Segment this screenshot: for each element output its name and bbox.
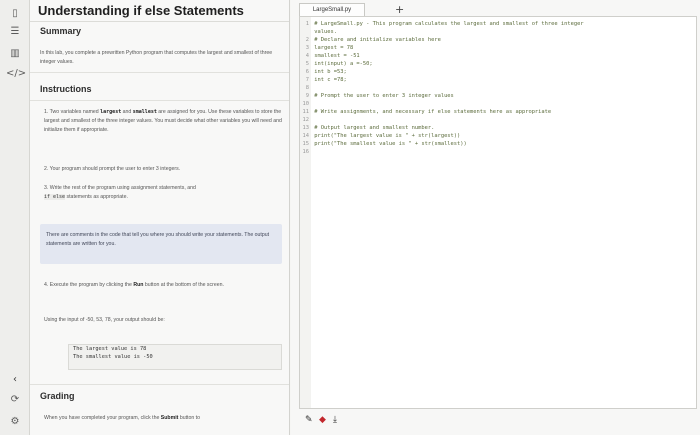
code-text: int c =78; [311, 77, 347, 83]
step-4-suffix: button at the bottom of the screen. [143, 282, 224, 288]
file-tab[interactable]: LargeSmall.py [299, 3, 365, 16]
step-1-prefix: 1. Two variables named [44, 109, 101, 115]
summary-divider [30, 72, 289, 73]
instructions-heading: Instructions [40, 84, 92, 94]
line-number: 15 [302, 141, 310, 147]
step-1-var-largest: largest [100, 109, 122, 115]
code-line[interactable]: 5 int(input) a =-50; [300, 60, 696, 68]
callout-text: There are comments in the code that tell… [46, 232, 270, 247]
code-text: largest = 78 [311, 45, 354, 51]
line-number: 3 [305, 45, 309, 51]
editor-toolbar: ✎ ◆ ⤓ [291, 412, 700, 435]
step-4-prefix: 4. Execute the program by clicking the [44, 282, 134, 288]
submit-word: Submit [160, 415, 179, 421]
code-text: # Output largest and smallest number. [311, 125, 435, 131]
line-number: 10 [302, 101, 310, 107]
code-line[interactable]: 2 # Declare and initialize variables her… [300, 36, 696, 44]
gear-icon[interactable]: ⚙ [6, 414, 24, 430]
instructions-divider [30, 100, 289, 101]
code-line[interactable]: 14 print("The largest value is " + str(l… [300, 132, 696, 140]
line-number: 12 [302, 117, 310, 123]
summary-text: In this lab, you complete a prewritten P… [40, 50, 273, 65]
input-note: Using the input of -50, 53, 78, your out… [44, 317, 165, 323]
code-text: values. [311, 29, 337, 35]
step-1-var-smallest: smallest [132, 109, 157, 115]
line-number: 14 [302, 133, 310, 139]
code-line[interactable]: 3 largest = 78 [300, 44, 696, 52]
line-number: 6 [305, 69, 309, 75]
code-text: print("The smallest value is " + str(sma… [311, 141, 467, 147]
code-line[interactable]: 16 [300, 148, 696, 156]
grading-divider [30, 384, 289, 385]
line-number: 13 [302, 125, 310, 131]
summary-heading: Summary [40, 26, 82, 36]
step-2: 2. Your program should prompt the user t… [44, 166, 181, 172]
run-word: Run [133, 282, 144, 288]
toc-icon[interactable]: ☰ [6, 24, 24, 40]
step-4: 4. Execute the program by clicking the R… [44, 281, 284, 290]
code-line[interactable]: 11 # Write assignments, and necessary if… [300, 108, 696, 116]
expected-output-box: The largest value is 78 The smallest val… [68, 344, 282, 370]
grading-suffix: button to [178, 415, 201, 421]
collapse-icon[interactable]: ‹ [6, 372, 24, 388]
code-icon[interactable]: </> [6, 66, 26, 82]
code-text: # Declare and initialize variables here [311, 37, 441, 43]
editor-panel: LargeSmall.py + 1 # LargeSmall.py - This… [291, 0, 700, 435]
line-number: 5 [305, 61, 309, 67]
code-text: # Prompt the user to enter 3 integer val… [311, 93, 454, 99]
comments-callout: There are comments in the code that tell… [40, 224, 282, 264]
line-number: 4 [305, 53, 309, 59]
code-line[interactable]: 13 # Output largest and smallest number. [300, 124, 696, 132]
line-number: 7 [305, 77, 309, 83]
line-number: 1 [305, 21, 309, 27]
code-line[interactable]: 6 int b =53; [300, 68, 696, 76]
step-3-code: if else [44, 194, 66, 200]
code-text: # LargeSmall.py - This program calculate… [311, 21, 584, 27]
code-text: int b =53; [311, 69, 347, 75]
code-line[interactable]: 9 # Prompt the user to enter 3 integer v… [300, 92, 696, 100]
code-line[interactable]: 7 int c =78; [300, 76, 696, 84]
expected-output-line-2: The smallest value is -50 [73, 354, 153, 360]
step-3-suffix: statements as appropriate. [65, 194, 128, 200]
lesson-titlebar: Understanding if else Statements [30, 0, 289, 22]
expected-output-line-1: The largest value is 78 [73, 346, 147, 352]
grading-heading: Grading [40, 391, 75, 401]
code-line[interactable]: 1 # LargeSmall.py - This program calcula… [300, 20, 696, 28]
step-1-mid: and [121, 109, 133, 115]
step-1: 1. Two variables named largest and small… [44, 108, 284, 135]
grading-text: When you have completed your program, cl… [44, 414, 284, 423]
recycle-icon[interactable]: ⟳ [6, 392, 24, 408]
line-number: 2 [305, 37, 309, 43]
grading-prefix: When you have completed your program, cl… [44, 415, 161, 421]
line-number: 11 [302, 109, 310, 115]
code-line[interactable]: 4 smallest = -51 [300, 52, 696, 60]
line-number: 16 [302, 149, 310, 155]
lesson-title: Understanding if else Statements [38, 3, 244, 18]
code-line[interactable]: 8 [300, 84, 696, 92]
code-line[interactable]: 10 [300, 100, 696, 108]
run-icon[interactable]: ◆ [319, 415, 326, 425]
step-3-prefix: 3. Write the rest of the program using a… [44, 185, 196, 191]
code-line[interactable]: 15 print("The smallest value is " + str(… [300, 140, 696, 148]
code-line[interactable]: values. [300, 28, 696, 36]
instructions-panel: Understanding if else Statements Summary… [30, 0, 290, 435]
code-editor[interactable]: 1 # LargeSmall.py - This program calcula… [299, 16, 697, 409]
icon-rail: ▯ ☰ ▥ </> ‹ ⟳ ⚙ [0, 0, 30, 435]
download-icon[interactable]: ⤓ [333, 415, 337, 425]
code-text: int(input) a =-50; [311, 61, 373, 67]
code-text: smallest = -51 [311, 53, 360, 59]
chart-icon[interactable]: ▥ [6, 46, 24, 62]
line-number: 8 [305, 85, 309, 91]
line-number: 9 [305, 93, 309, 99]
book-icon[interactable]: ▯ [6, 6, 24, 22]
step-3: 3. Write the rest of the program using a… [44, 184, 284, 202]
add-tab-button[interactable]: + [395, 3, 404, 16]
code-line[interactable]: 12 [300, 116, 696, 124]
code-text: # Write assignments, and necessary if el… [311, 109, 552, 115]
code-text: print("The largest value is " + str(larg… [311, 133, 461, 139]
pencil-icon[interactable]: ✎ [305, 415, 313, 425]
